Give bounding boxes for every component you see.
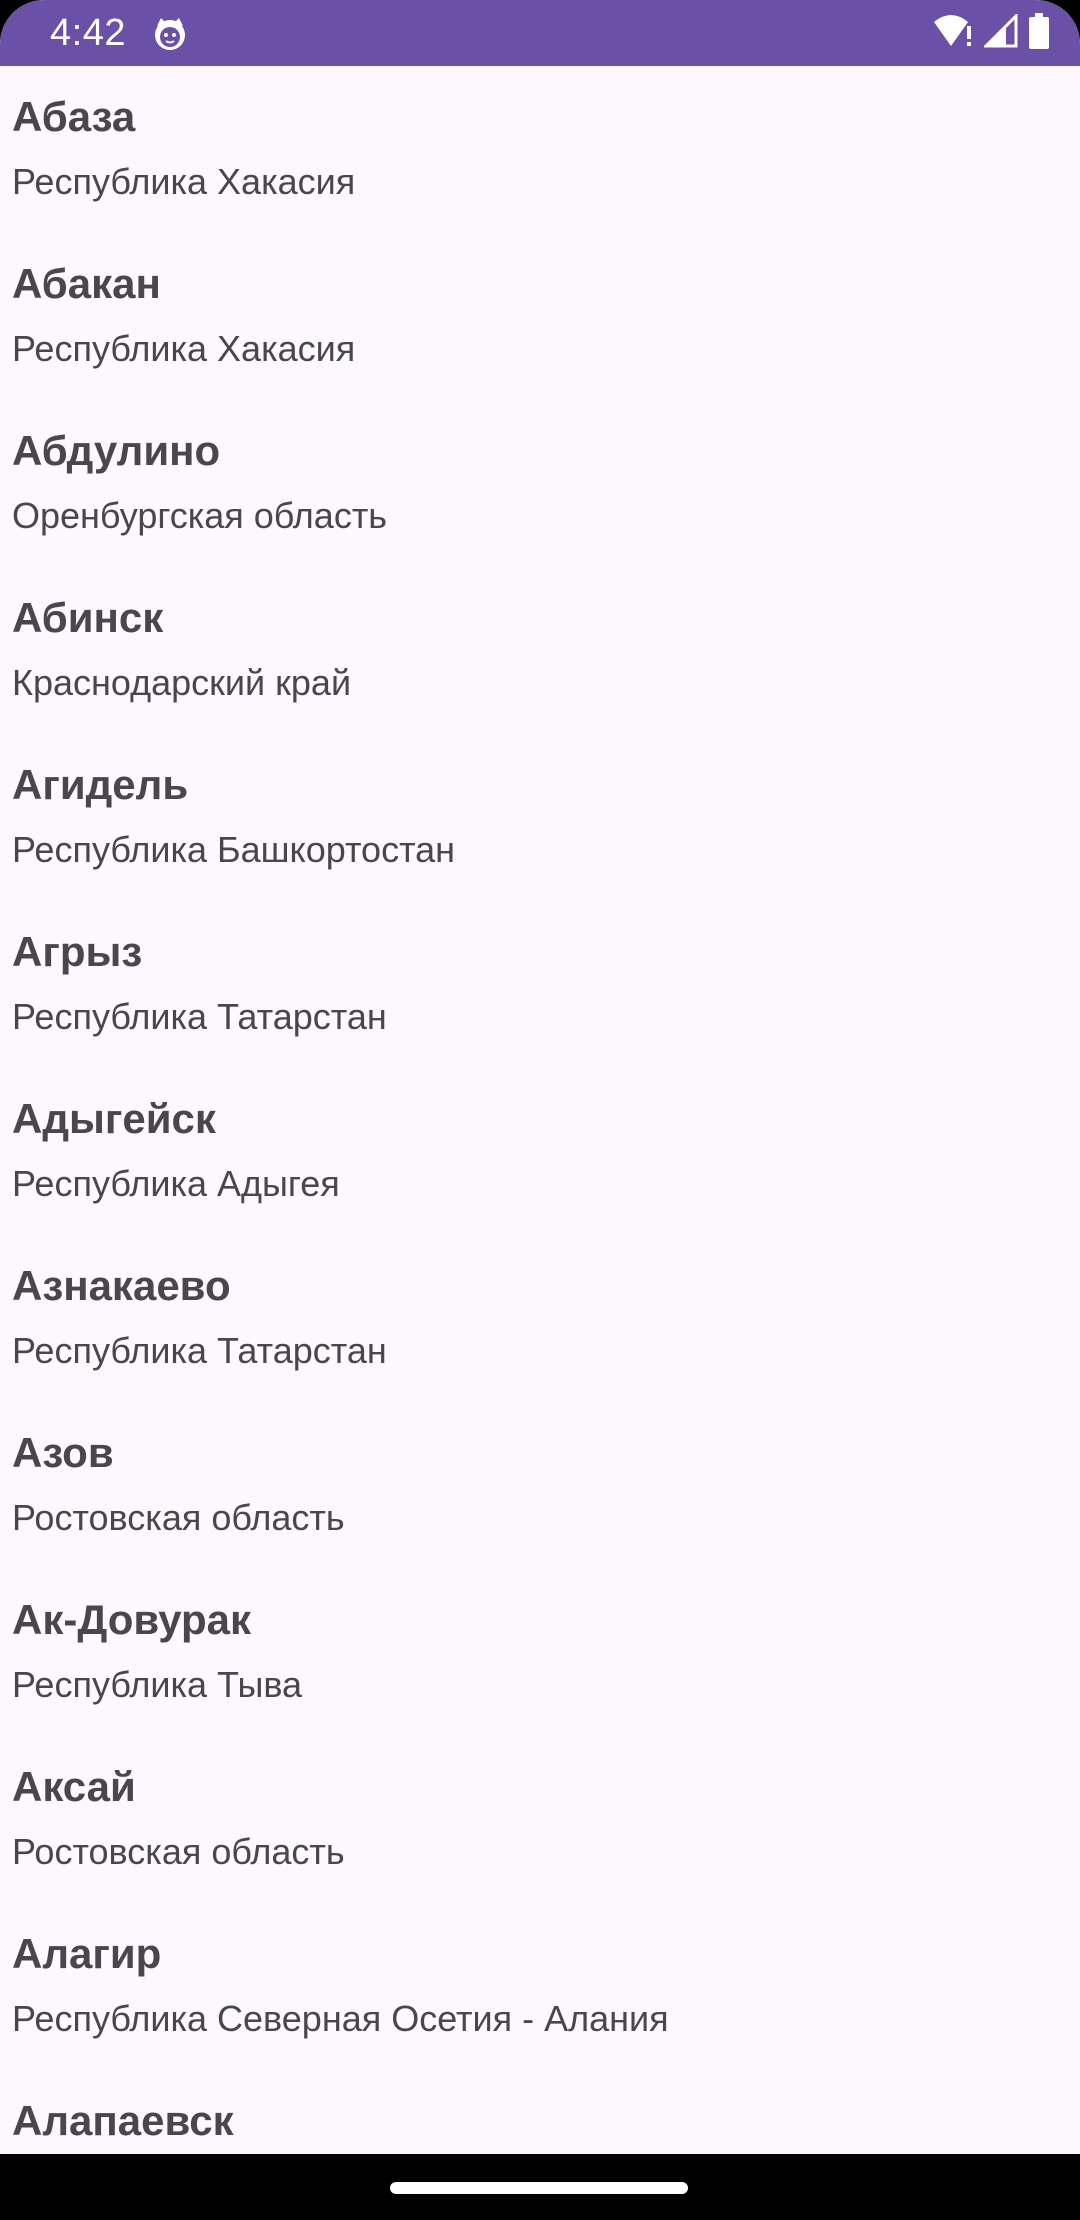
app-screen: 4:42 Абаза Республика Хакасия Абакан Рес… <box>0 0 1080 2220</box>
city-name: Агрыз <box>12 928 143 975</box>
region-name: Краснодарский край <box>12 662 352 703</box>
region-name: Ростовская область <box>12 1497 345 1538</box>
city-name: Абинск <box>12 594 164 641</box>
home-handle[interactable] <box>390 2182 688 2194</box>
region-name: Республика Адыгея <box>12 1163 340 1204</box>
city-name: Адыгейск <box>12 1095 216 1142</box>
city-name: Ак-Довурак <box>12 1596 252 1643</box>
city-name: Агидель <box>12 761 189 808</box>
region-name: Республика Хакасия <box>12 328 356 369</box>
list-item[interactable]: Абакан Республика Хакасия <box>0 233 1080 400</box>
city-name: Азнакаево <box>12 1262 231 1309</box>
wifi-alert-icon <box>934 14 974 53</box>
list-item[interactable]: Абаза Республика Хакасия <box>0 66 1080 233</box>
list-item[interactable]: Агидель Республика Башкортостан <box>0 734 1080 901</box>
list-item[interactable]: Адыгейск Республика Адыгея <box>0 1068 1080 1235</box>
city-name: Абаза <box>12 93 136 140</box>
city-name: Аксай <box>12 1763 136 1810</box>
region-name: Республика Хакасия <box>12 161 356 202</box>
region-name: Ростовская область <box>12 1831 345 1872</box>
signal-icon <box>982 11 1018 53</box>
list-item[interactable]: Абинск Краснодарский край <box>0 567 1080 734</box>
list-item[interactable]: Алапаевск <box>0 2070 1080 2154</box>
city-name: Алагир <box>12 1930 162 1977</box>
list-item[interactable]: Аксай Ростовская область <box>0 1736 1080 1903</box>
status-bar: 4:42 <box>0 0 1080 66</box>
region-name: Республика Тыва <box>12 1664 303 1705</box>
battery-icon <box>1028 12 1050 54</box>
cat-face-icon <box>152 16 188 52</box>
list-item[interactable]: Ак-Довурак Республика Тыва <box>0 1569 1080 1736</box>
list-item[interactable]: Азнакаево Республика Татарстан <box>0 1235 1080 1402</box>
city-name: Абакан <box>12 260 161 307</box>
status-icons <box>934 11 1050 54</box>
status-time: 4:42 <box>50 12 126 54</box>
region-name: Республика Татарстан <box>12 996 387 1037</box>
navigation-bar <box>0 2154 1080 2220</box>
region-name: Республика Северная Осетия - Алания <box>12 1998 669 2039</box>
city-name: Азов <box>12 1429 114 1476</box>
region-name: Республика Башкортостан <box>12 829 456 870</box>
city-name: Абдулино <box>12 427 221 474</box>
list-item[interactable]: Алагир Республика Северная Осетия - Алан… <box>0 1903 1080 2070</box>
region-name: Республика Татарстан <box>12 1330 387 1371</box>
region-name: Оренбургская область <box>12 495 388 536</box>
list-item[interactable]: Агрыз Республика Татарстан <box>0 901 1080 1068</box>
city-list[interactable]: Абаза Республика Хакасия Абакан Республи… <box>0 66 1080 2154</box>
city-name: Алапаевск <box>12 2097 234 2144</box>
list-item[interactable]: Абдулино Оренбургская область <box>0 400 1080 567</box>
list-item[interactable]: Азов Ростовская область <box>0 1402 1080 1569</box>
